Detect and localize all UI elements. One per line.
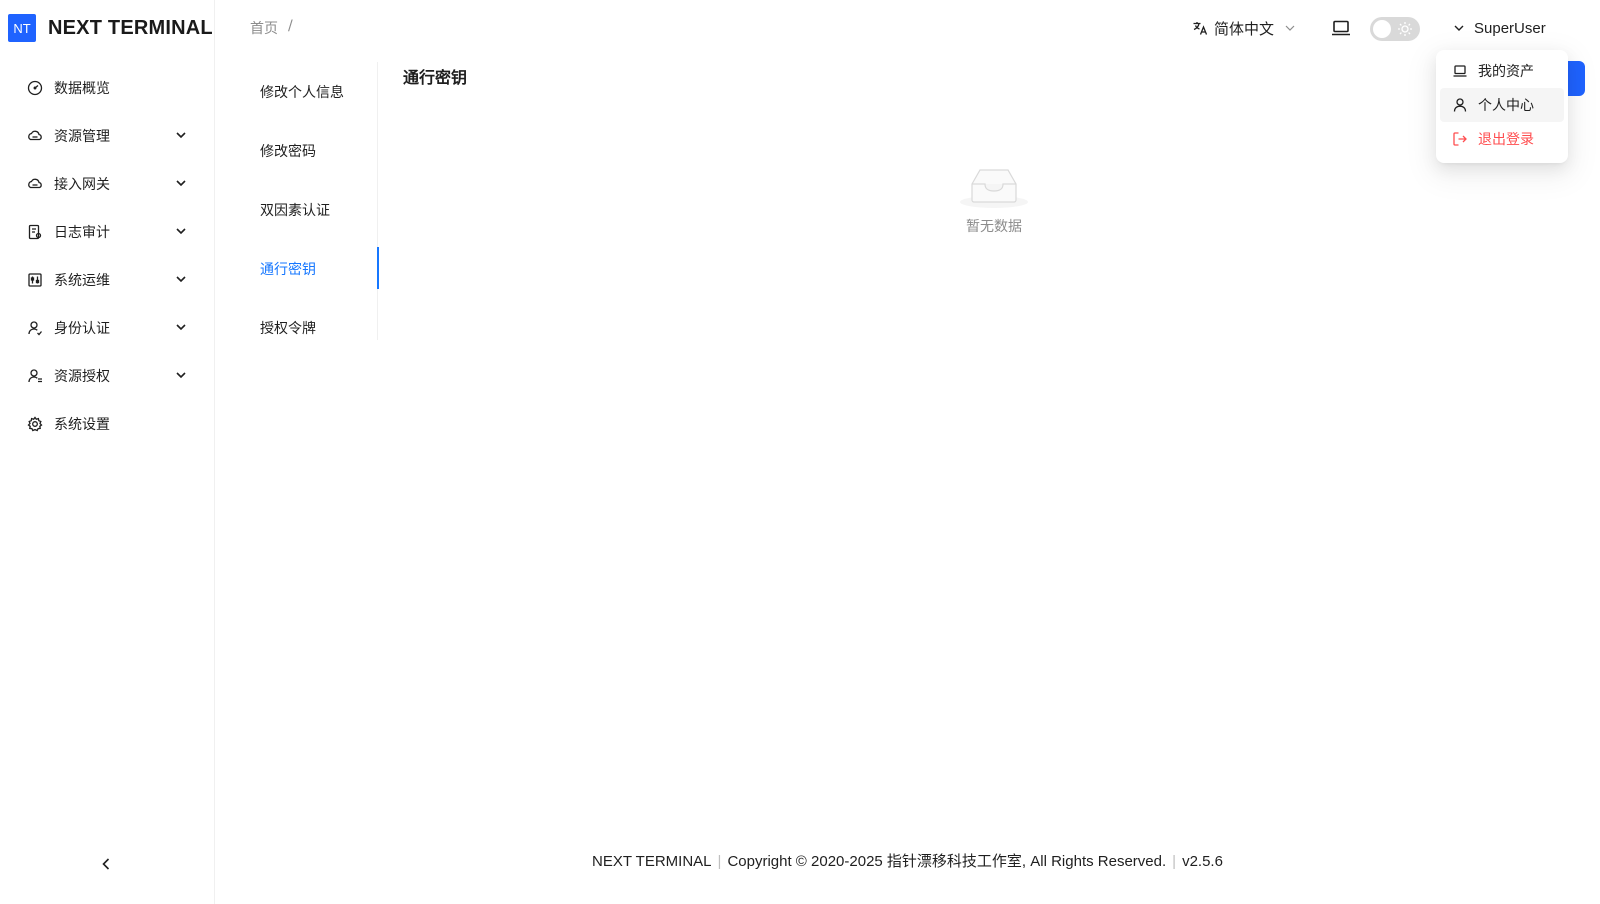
user-icon — [1452, 97, 1468, 113]
translate-icon — [1192, 20, 1208, 36]
sidebar-item-label: 身份认证 — [54, 321, 110, 337]
theme-toggle[interactable] — [1370, 17, 1420, 41]
sidebar-item-label: 接入网关 — [54, 177, 110, 193]
gear-icon — [26, 415, 44, 433]
subnav-item-change-password[interactable]: 修改密码 — [240, 121, 377, 180]
dropdown-item-logout[interactable]: 退出登录 — [1440, 122, 1564, 156]
sidebar-item-label: 资源授权 — [54, 369, 110, 385]
sidebar-item-log-audit[interactable]: 日志审计 — [0, 208, 215, 256]
page-title: 通行密钥 — [403, 68, 468, 87]
sidebar-item-system-ops[interactable]: 系统运维 — [0, 256, 215, 304]
sidebar-item-label: 资源管理 — [54, 129, 110, 145]
laptop-icon[interactable] — [1330, 18, 1352, 38]
sidebar: NT NEXT TERMINAL 数据概览 资源管理 接入网关 日志审计 系统运… — [0, 0, 215, 904]
breadcrumb: 首页 / — [250, 18, 293, 38]
chevron-down-icon — [176, 324, 186, 331]
sidebar-item-resource-auth[interactable]: 资源授权 — [0, 352, 215, 400]
profile-subnav: 修改个人信息 修改密码 双因素认证 通行密钥 授权令牌 — [240, 62, 379, 340]
chevron-down-icon — [176, 180, 186, 187]
user-auth-icon — [26, 367, 44, 385]
sidebar-item-resource-management[interactable]: 资源管理 — [0, 112, 215, 160]
control-icon — [26, 271, 44, 289]
empty-state-text: 暂无数据 — [966, 219, 1022, 235]
empty-inbox-icon — [958, 162, 1030, 210]
sidebar-menu: 数据概览 资源管理 接入网关 日志审计 系统运维 身份认证 资源授权 系统设置 — [0, 64, 215, 448]
chevron-down-icon — [176, 372, 186, 379]
language-selector[interactable]: 简体中文 — [1192, 16, 1296, 40]
footer-product: NEXT TERMINAL — [592, 853, 712, 870]
sidebar-item-label: 系统设置 — [54, 417, 110, 433]
breadcrumb-separator: / — [288, 18, 293, 34]
subnav-item-two-factor[interactable]: 双因素认证 — [240, 180, 377, 239]
user-name: SuperUser — [1474, 19, 1546, 37]
sidebar-item-identity[interactable]: 身份认证 — [0, 304, 215, 352]
collapse-sidebar-button[interactable] — [96, 854, 116, 874]
subnav-item-passkey[interactable]: 通行密钥 — [240, 239, 379, 298]
chevron-down-icon — [1452, 21, 1466, 35]
sidebar-item-label: 数据概览 — [54, 81, 110, 97]
footer-separator: | — [1172, 853, 1177, 870]
logout-icon — [1452, 131, 1468, 147]
sidebar-item-dashboard[interactable]: 数据概览 — [0, 64, 215, 112]
brand[interactable]: NT NEXT TERMINAL — [8, 14, 213, 42]
chevron-down-icon — [1284, 22, 1296, 34]
user-menu-trigger[interactable]: SuperUser — [1452, 16, 1546, 40]
user-dropdown-menu: 我的资产 个人中心 退出登录 — [1436, 50, 1568, 163]
footer-separator: | — [717, 853, 722, 870]
sidebar-item-gateway[interactable]: 接入网关 — [0, 160, 215, 208]
sun-icon — [1398, 22, 1412, 36]
toggle-knob — [1373, 20, 1391, 38]
dropdown-item-label: 退出登录 — [1478, 132, 1534, 148]
dropdown-item-my-assets[interactable]: 我的资产 — [1440, 54, 1564, 88]
chevron-down-icon — [176, 132, 186, 139]
empty-state: 暂无数据 — [954, 162, 1034, 236]
dropdown-item-profile[interactable]: 个人中心 — [1440, 88, 1564, 122]
sidebar-item-label: 系统运维 — [54, 273, 110, 289]
brand-logo: NT — [8, 14, 36, 42]
user-icon — [26, 319, 44, 337]
dropdown-item-label: 我的资产 — [1478, 64, 1534, 80]
dropdown-item-label: 个人中心 — [1478, 98, 1534, 114]
chevron-down-icon — [176, 276, 186, 283]
dashboard-icon — [26, 79, 44, 97]
language-label: 简体中文 — [1214, 19, 1275, 38]
sidebar-item-label: 日志审计 — [54, 225, 110, 241]
subnav-item-access-token[interactable]: 授权令牌 — [240, 298, 377, 357]
subnav-item-edit-profile[interactable]: 修改个人信息 — [240, 62, 377, 121]
chevron-down-icon — [176, 228, 186, 235]
cloud-icon — [26, 127, 44, 145]
sidebar-item-settings[interactable]: 系统设置 — [0, 400, 215, 448]
audit-icon — [26, 223, 44, 241]
breadcrumb-home[interactable]: 首页 — [250, 18, 278, 38]
footer: NEXT TERMINAL | Copyright © 2020-2025 指针漂移… — [215, 850, 1600, 871]
cloud-icon — [26, 175, 44, 193]
footer-copyright: Copyright © 2020-2025 指针漂移科技工作室, All Rig… — [727, 853, 1167, 870]
footer-version: v2.5.6 — [1182, 853, 1223, 870]
brand-name: NEXT TERMINAL — [48, 16, 213, 39]
laptop-icon — [1452, 63, 1468, 79]
